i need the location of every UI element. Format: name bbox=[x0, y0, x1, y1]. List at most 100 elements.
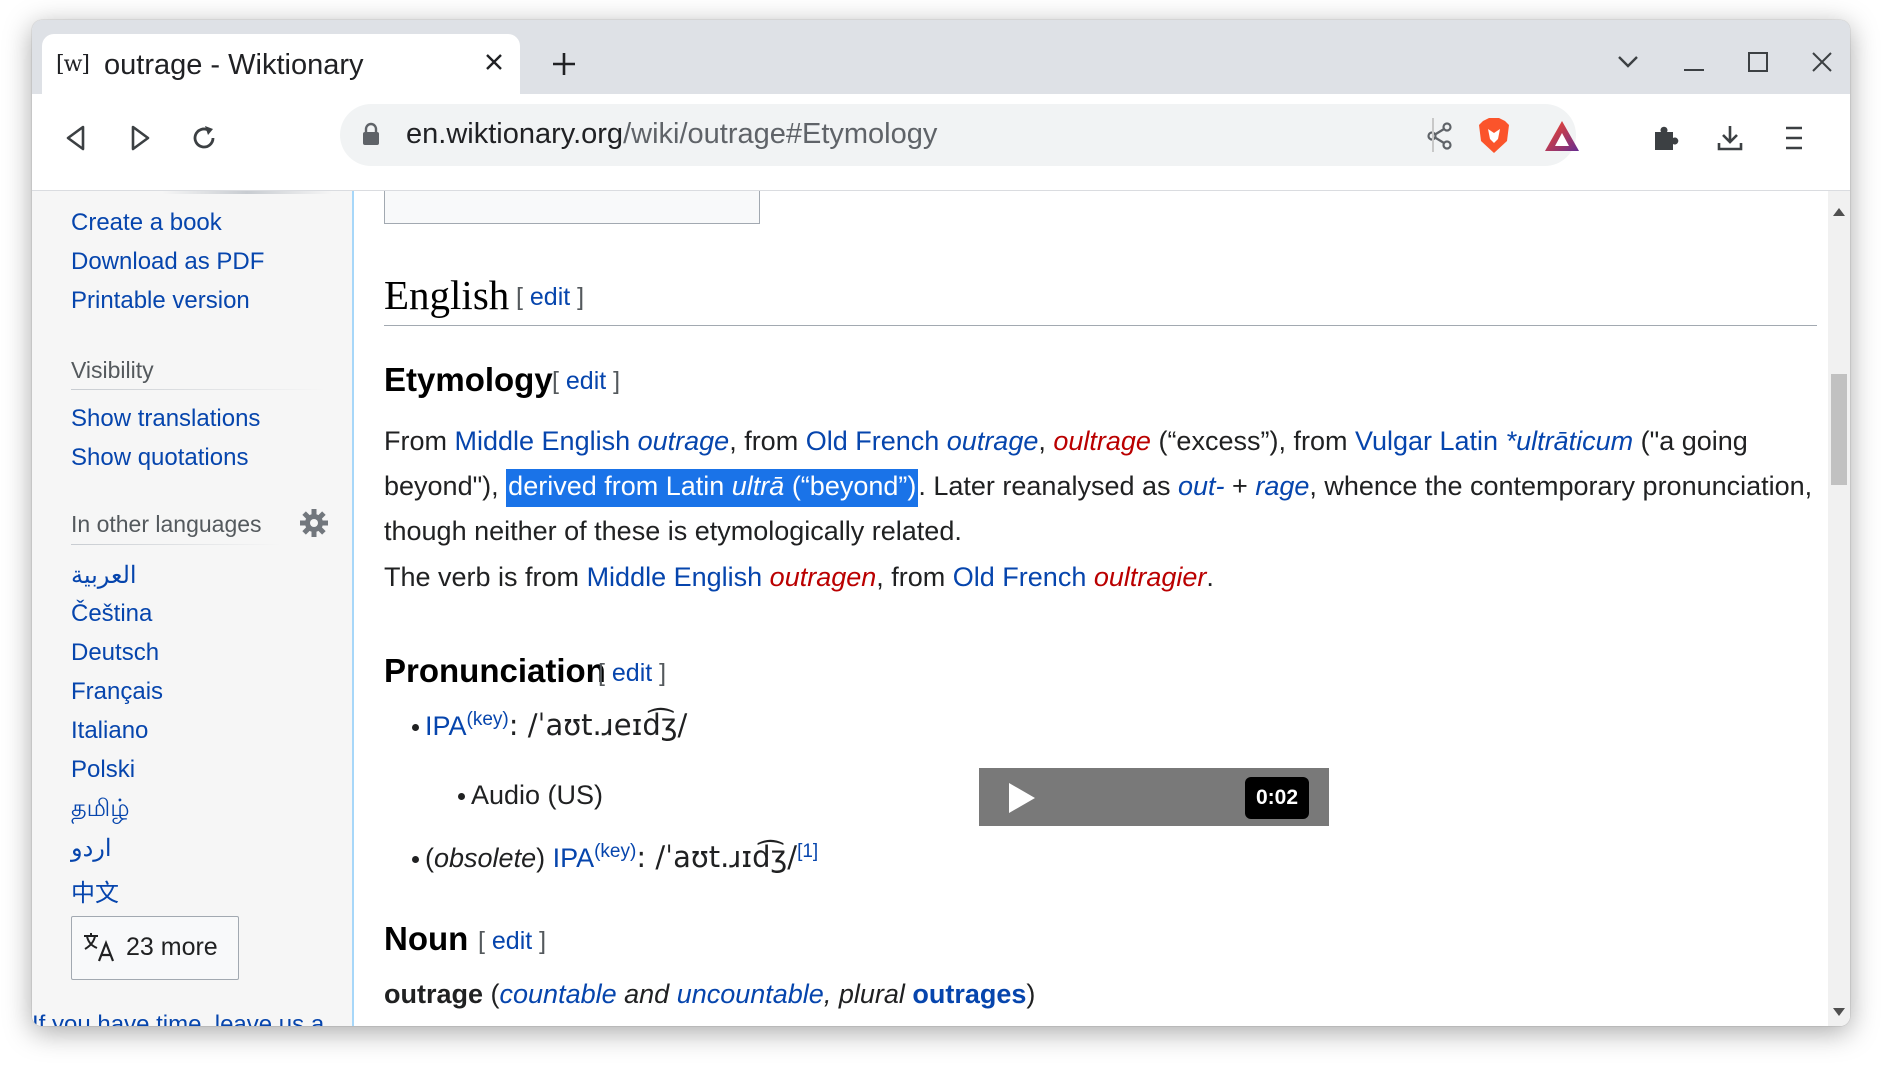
link-ultraticum[interactable]: *ultrāticum bbox=[1506, 426, 1634, 456]
reference-link[interactable]: [1] bbox=[797, 841, 818, 862]
brave-shields-icon[interactable] bbox=[1474, 116, 1514, 156]
sidebar-link-download-pdf[interactable]: Download as PDF bbox=[71, 248, 264, 276]
link-outrage-me[interactable]: outrage bbox=[638, 426, 730, 456]
sidebar-heading-languages: In other languages bbox=[71, 511, 262, 537]
link-ipa-key[interactable]: (key) bbox=[467, 709, 509, 730]
selected-text[interactable]: derived from Latin ultrā (“beyond”) bbox=[506, 469, 919, 507]
link-uncountable[interactable]: uncountable bbox=[677, 979, 824, 1009]
link-ipa[interactable]: IPA bbox=[553, 843, 595, 873]
link-rage[interactable]: rage bbox=[1255, 471, 1309, 501]
tab-title: outrage - Wiktionary bbox=[104, 49, 364, 81]
edit-link[interactable]: edit bbox=[612, 659, 652, 687]
text: and bbox=[616, 979, 677, 1009]
sidebar-separator bbox=[162, 191, 332, 194]
url-path: /wiki/outrage#Etymology bbox=[623, 118, 938, 150]
language-link-french[interactable]: Français bbox=[71, 678, 163, 706]
browser-window: [w] outrage - Wiktionary en.wiktionary.o… bbox=[32, 20, 1850, 1026]
close-window-icon[interactable] bbox=[1800, 42, 1844, 82]
extensions-icon[interactable] bbox=[1642, 114, 1690, 162]
forward-icon[interactable] bbox=[116, 114, 164, 162]
audio-player[interactable]: 0:02 bbox=[979, 768, 1329, 826]
edit-section-noun: [ edit ] bbox=[478, 927, 547, 955]
maximize-icon[interactable] bbox=[1736, 42, 1780, 82]
link-countable[interactable]: countable bbox=[500, 979, 617, 1009]
reload-icon[interactable] bbox=[180, 114, 228, 162]
tab-search-chevron-icon[interactable] bbox=[1606, 42, 1650, 82]
bullet bbox=[412, 856, 419, 864]
ipa-transcription: : /ˈaʊt.ɹeɪd͡ʒ/ bbox=[508, 708, 688, 742]
bullet bbox=[412, 724, 419, 732]
url-text[interactable]: en.wiktionary.org/wiki/outrage#Etymology bbox=[406, 118, 937, 151]
text: , from bbox=[876, 562, 953, 592]
language-link-italian[interactable]: Italiano bbox=[71, 717, 148, 745]
scrollbar-thumb[interactable] bbox=[1831, 374, 1847, 485]
link-outragen[interactable]: outragen bbox=[770, 562, 877, 592]
language-link-tamil[interactable]: தமிழ் bbox=[71, 795, 130, 825]
address-bar[interactable]: en.wiktionary.org/wiki/outrage#Etymology bbox=[340, 104, 1579, 166]
tab-strip: [w] outrage - Wiktionary bbox=[32, 20, 1850, 94]
browser-toolbar: en.wiktionary.org/wiki/outrage#Etymology bbox=[32, 94, 1850, 191]
heading-etymology: Etymology bbox=[384, 361, 553, 398]
link-out[interactable]: out- bbox=[1178, 471, 1225, 501]
edit-link[interactable]: edit bbox=[566, 367, 606, 395]
language-link-german[interactable]: Deutsch bbox=[71, 639, 159, 667]
brave-rewards-icon[interactable] bbox=[1542, 116, 1582, 156]
sidebar-divider bbox=[71, 544, 281, 545]
play-icon[interactable] bbox=[1007, 782, 1037, 819]
new-tab-icon[interactable] bbox=[544, 44, 584, 84]
link-ipa-key[interactable]: (key) bbox=[594, 841, 636, 862]
minimize-icon[interactable] bbox=[1672, 42, 1716, 82]
sidebar-link-show-quotations[interactable]: Show quotations bbox=[71, 444, 248, 472]
language-link-polish[interactable]: Polski bbox=[71, 756, 135, 784]
noun-headword-line: outrage (countable and uncountable, plur… bbox=[384, 979, 1035, 1010]
link-ipa[interactable]: IPA bbox=[425, 711, 467, 741]
text: ( bbox=[425, 843, 434, 873]
close-tab-icon[interactable] bbox=[478, 46, 510, 78]
language-link-arabic[interactable]: العربية bbox=[71, 561, 137, 590]
language-link-chinese[interactable]: 中文 bbox=[71, 873, 119, 908]
link-vulgar-latin[interactable]: Vulgar Latin bbox=[1355, 426, 1498, 456]
download-icon[interactable] bbox=[1706, 114, 1754, 162]
edit-link[interactable]: edit bbox=[492, 927, 532, 955]
feedback-link[interactable]: If you have time, leave us a bbox=[32, 1011, 324, 1026]
scroll-up-arrow-icon[interactable] bbox=[1833, 203, 1845, 221]
pronunciation-item-obsolete: (obsolete) IPA(key): /ˈaʊt.ɹɪd͡ʒ/[1] bbox=[412, 840, 818, 874]
text: + bbox=[1224, 471, 1256, 501]
language-settings-gear-icon[interactable] bbox=[300, 509, 328, 542]
vertical-scrollbar[interactable] bbox=[1828, 191, 1850, 1026]
link-oultrage[interactable]: oultrage bbox=[1053, 426, 1151, 456]
sidebar-link-show-translations[interactable]: Show translations bbox=[71, 405, 260, 433]
link-oultragier[interactable]: oultragier bbox=[1094, 562, 1207, 592]
link-middle-english[interactable]: Middle English bbox=[455, 426, 631, 456]
sidebar: Create a book Download as PDF Printable … bbox=[32, 191, 352, 1026]
sidebar-link-printable[interactable]: Printable version bbox=[71, 287, 250, 315]
ipa-transcription: : /ˈaʊt.ɹɪd͡ʒ/ bbox=[636, 840, 798, 874]
sidebar-divider bbox=[71, 389, 326, 390]
article-body: English [ edit ] Etymology [ edit ] From… bbox=[354, 191, 1828, 1026]
text: ) bbox=[536, 843, 553, 873]
link-old-french[interactable]: Old French bbox=[806, 426, 940, 456]
heading-pronunciation: Pronunciation bbox=[384, 652, 606, 689]
link-outrages[interactable]: outrages bbox=[912, 979, 1026, 1009]
lock-icon[interactable] bbox=[362, 122, 380, 151]
sidebar-link-create-book[interactable]: Create a book bbox=[71, 209, 222, 237]
language-link-urdu[interactable]: اردو bbox=[71, 834, 112, 863]
link-middle-english[interactable]: Middle English bbox=[587, 562, 763, 592]
edit-link[interactable]: edit bbox=[530, 283, 570, 311]
url-host: en.wiktionary.org bbox=[406, 118, 624, 150]
link-outrage-of[interactable]: outrage bbox=[947, 426, 1039, 456]
menu-icon[interactable] bbox=[1770, 114, 1818, 162]
language-link-czech[interactable]: Čeština bbox=[71, 600, 152, 628]
share-icon[interactable] bbox=[1420, 116, 1460, 156]
text: From bbox=[384, 426, 455, 456]
link-old-french[interactable]: Old French bbox=[953, 562, 1087, 592]
text: derived from Latin bbox=[508, 471, 732, 501]
more-languages-button[interactable]: 23 more bbox=[71, 916, 239, 980]
tab-active[interactable]: [w] outrage - Wiktionary bbox=[42, 34, 520, 94]
text: , plural bbox=[823, 979, 913, 1009]
back-icon[interactable] bbox=[52, 114, 100, 162]
text: (“excess”), from bbox=[1150, 426, 1355, 456]
scroll-down-arrow-icon[interactable] bbox=[1833, 1003, 1845, 1021]
text: . bbox=[1206, 562, 1214, 592]
text: ultrā bbox=[731, 471, 785, 501]
